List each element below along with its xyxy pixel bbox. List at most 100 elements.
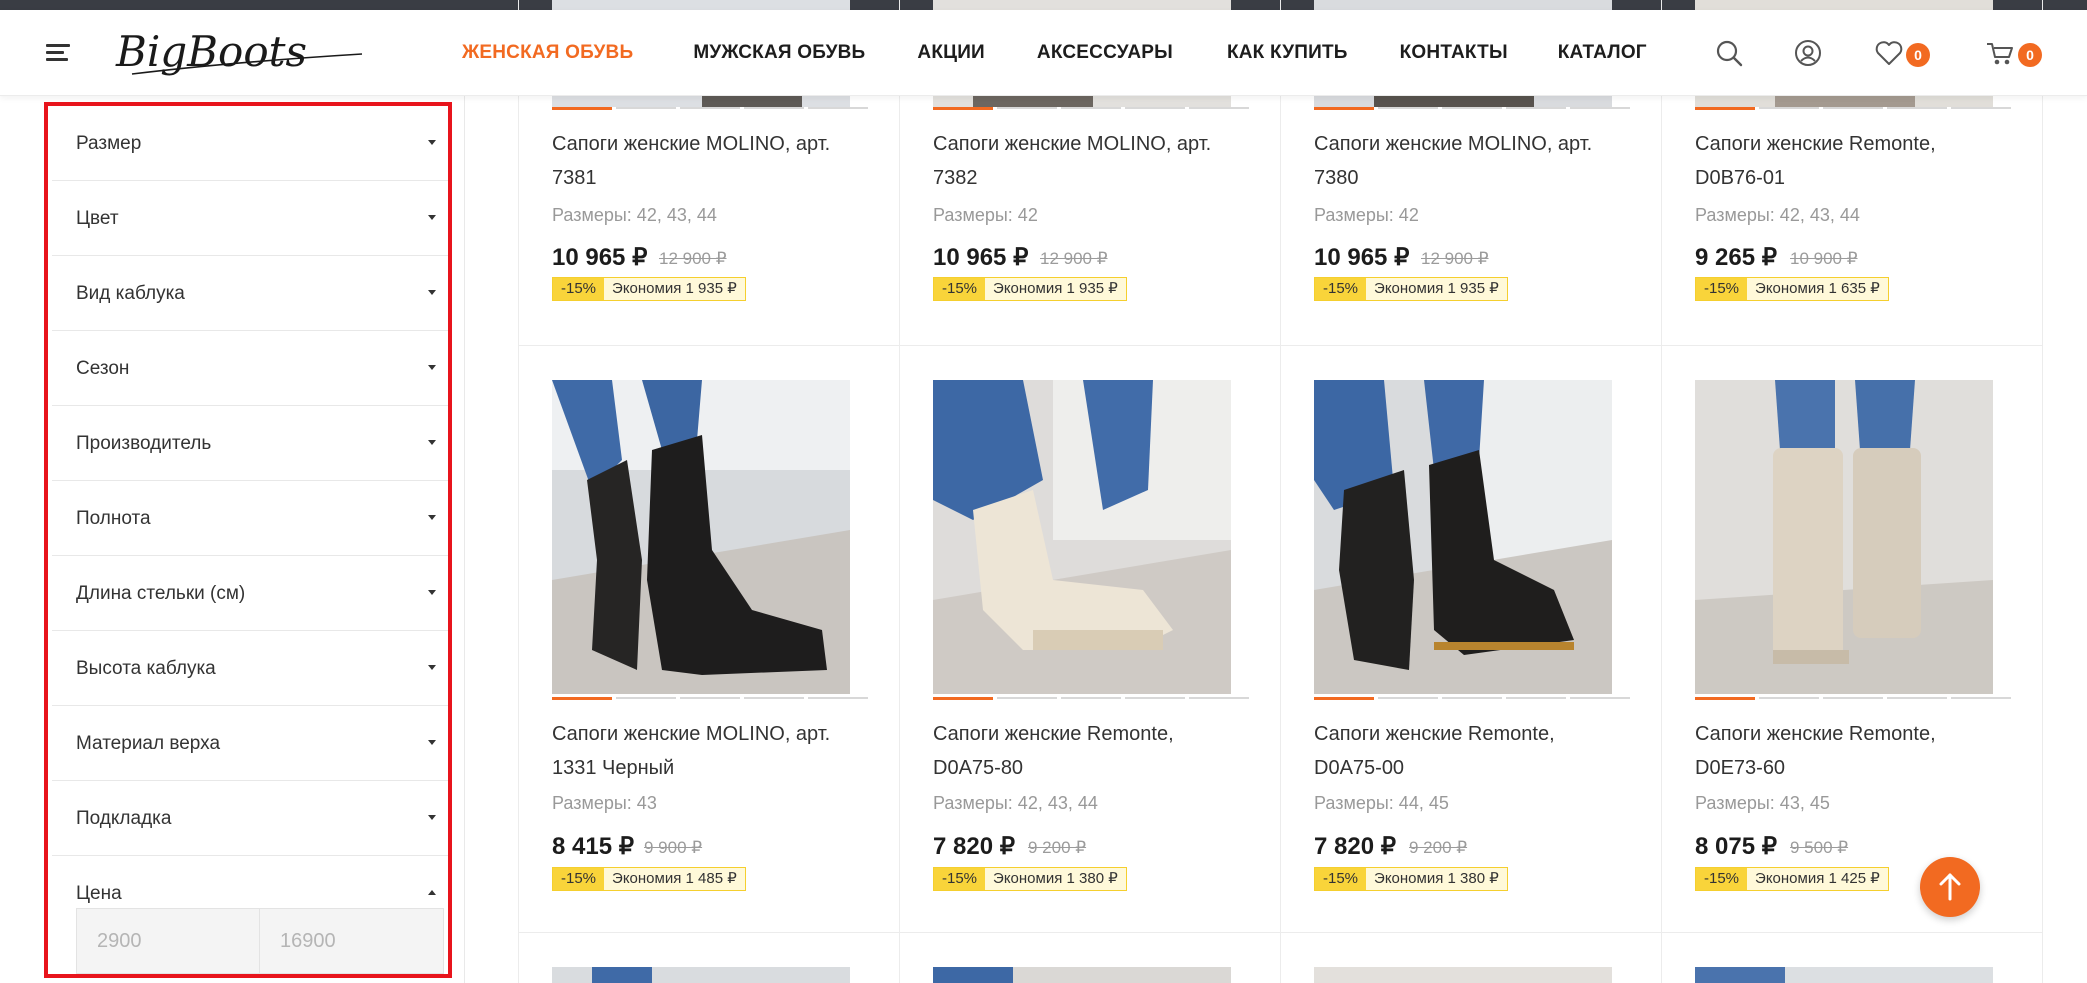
chevron-down-icon	[428, 215, 436, 220]
chevron-up-icon	[428, 890, 436, 895]
discount-badge: -15% Экономия 1 425 ₽	[1695, 867, 1889, 891]
menu-icon[interactable]	[46, 44, 70, 62]
filter-label: Производитель	[76, 433, 212, 454]
discount-badge: -15% Экономия 1 635 ₽	[1695, 277, 1889, 301]
nav-women-shoes[interactable]: ЖЕНСКАЯ ОБУВЬ	[462, 42, 633, 64]
filter-season[interactable]: Сезон	[52, 331, 448, 406]
product-card[interactable]	[519, 933, 900, 983]
nav-how-to-buy[interactable]: КАК КУПИТЬ	[1227, 42, 1348, 64]
nav-catalog[interactable]: КАТАЛОГ	[1558, 42, 1647, 64]
product-price: 8 415 ₽	[552, 833, 634, 860]
svg-text:BigBoots: BigBoots	[115, 27, 307, 76]
filter-label: Сезон	[76, 358, 130, 379]
filter-label: Вид каблука	[76, 283, 185, 304]
product-card[interactable]	[900, 933, 1281, 983]
image-pager[interactable]	[1314, 697, 1630, 700]
product-old-price: 9 200 ₽	[1028, 838, 1087, 857]
product-title[interactable]: Сапоги женские MOLINO, арт. 7381	[552, 127, 872, 195]
price-max-input[interactable]	[260, 909, 442, 973]
product-title[interactable]: Сапоги женские Remonte, D0A75-00	[1314, 717, 1634, 785]
product-price: 10 965 ₽	[1314, 244, 1410, 271]
image-pager[interactable]	[552, 697, 868, 700]
product-image[interactable]	[552, 967, 850, 983]
product-sizes: Размеры: 42, 43, 44	[933, 793, 1098, 813]
filter-fullness[interactable]: Полнота	[52, 481, 448, 556]
price-min-input[interactable]	[77, 909, 259, 973]
product-price: 8 075 ₽	[1695, 833, 1777, 860]
product-title[interactable]: Сапоги женские Remonte, D0B76-01	[1695, 127, 2015, 195]
chevron-down-icon	[428, 440, 436, 445]
chevron-down-icon	[428, 590, 436, 595]
image-pager[interactable]	[933, 697, 1249, 700]
cart-count-badge: 0	[2018, 43, 2042, 67]
nav-contacts[interactable]: КОНТАКТЫ	[1400, 42, 1508, 64]
wishlist-count-badge: 0	[1906, 43, 1930, 67]
product-price: 10 965 ₽	[933, 244, 1029, 271]
product-sizes: Размеры: 43	[552, 793, 657, 813]
image-pager[interactable]	[1314, 107, 1630, 110]
product-card[interactable]	[1281, 933, 1662, 983]
product-title[interactable]: Сапоги женские MOLINO, арт. 1331 Черный	[552, 717, 872, 785]
discount-badge: -15% Экономия 1 935 ₽	[1314, 277, 1508, 301]
filter-label: Длина стельки (см)	[76, 583, 246, 604]
image-pager[interactable]	[933, 107, 1249, 110]
product-title[interactable]: Сапоги женские MOLINO, арт. 7382	[933, 127, 1253, 195]
product-old-price: 12 900 ₽	[1421, 249, 1489, 268]
chevron-down-icon	[428, 140, 436, 145]
product-image[interactable]	[1314, 967, 1612, 983]
filter-sidebar: Размер Цвет Вид каблука Сезон Производит…	[0, 96, 465, 983]
product-old-price: 9 900 ₽	[644, 838, 703, 857]
image-pager[interactable]	[552, 107, 868, 110]
heart-icon[interactable]	[1873, 38, 1905, 68]
filter-insole-length[interactable]: Длина стельки (см)	[52, 556, 448, 631]
nav-men-shoes[interactable]: МУЖСКАЯ ОБУВЬ	[693, 42, 865, 64]
product-image[interactable]	[552, 380, 850, 694]
filter-heel-type[interactable]: Вид каблука	[52, 256, 448, 331]
cart-icon[interactable]	[1984, 38, 2016, 68]
product-sizes: Размеры: 42, 43, 44	[552, 205, 717, 225]
product-title[interactable]: Сапоги женские Remonte, D0A75-80	[933, 717, 1253, 785]
product-card[interactable]: Сапоги женские Remonte, D0A75-00 Размеры:…	[1281, 346, 1662, 933]
filter-upper-material[interactable]: Материал верха	[52, 706, 448, 781]
product-image[interactable]	[933, 380, 1231, 694]
product-image[interactable]	[1695, 967, 1993, 983]
product-card[interactable]	[1662, 933, 2043, 983]
brand-logo[interactable]: BigBoots	[112, 24, 374, 80]
product-card[interactable]: Сапоги женские MOLINO, арт. 1331 Черный Р…	[519, 346, 900, 933]
nav-accessories[interactable]: АКСЕССУАРЫ	[1037, 42, 1173, 64]
product-card[interactable]: Сапоги женские Remonte, D0A75-80 Размеры:…	[900, 346, 1281, 933]
filter-label: Высота каблука	[76, 658, 216, 679]
nav-promotions[interactable]: АКЦИИ	[917, 42, 985, 64]
chevron-down-icon	[428, 815, 436, 820]
product-old-price: 12 900 ₽	[1040, 249, 1108, 268]
filter-lining[interactable]: Подкладка	[52, 781, 448, 856]
product-price: 7 820 ₽	[1314, 833, 1396, 860]
filter-color[interactable]: Цвет	[52, 181, 448, 256]
discount-badge: -15% Экономия 1 935 ₽	[933, 277, 1127, 301]
discount-badge: -15% Экономия 1 380 ₽	[933, 867, 1127, 891]
search-icon[interactable]	[1714, 38, 1744, 68]
filter-label: Подкладка	[76, 808, 172, 829]
discount-badge: -15% Экономия 1 935 ₽	[552, 277, 746, 301]
product-image[interactable]	[1314, 380, 1612, 694]
product-price: 9 265 ₽	[1695, 244, 1777, 271]
product-sizes: Размеры: 43, 45	[1695, 793, 1830, 813]
product-card[interactable]: Сапоги женские Remonte, D0E73-60 Размеры:…	[1662, 346, 2043, 933]
product-title[interactable]: Сапоги женские Remonte, D0E73-60	[1695, 717, 2015, 785]
product-price: 7 820 ₽	[933, 833, 1015, 860]
chevron-down-icon	[428, 365, 436, 370]
product-old-price: 12 900 ₽	[659, 249, 727, 268]
filter-heel-height[interactable]: Высота каблука	[52, 631, 448, 706]
product-image[interactable]	[1695, 380, 1993, 694]
price-range	[76, 908, 444, 974]
image-pager[interactable]	[1695, 697, 2011, 700]
filter-manufacturer[interactable]: Производитель	[52, 406, 448, 481]
filter-size[interactable]: Размер	[52, 106, 448, 181]
account-icon[interactable]	[1793, 38, 1823, 68]
scroll-to-top-button[interactable]	[1920, 857, 1980, 917]
image-pager[interactable]	[1695, 107, 2011, 110]
product-title[interactable]: Сапоги женские MOLINO, арт. 7380	[1314, 127, 1634, 195]
product-image[interactable]	[933, 967, 1231, 983]
product-sizes: Размеры: 42	[933, 205, 1038, 225]
product-grid: Сапоги женские MOLINO, арт. 7381 Размеры:…	[518, 0, 2044, 983]
